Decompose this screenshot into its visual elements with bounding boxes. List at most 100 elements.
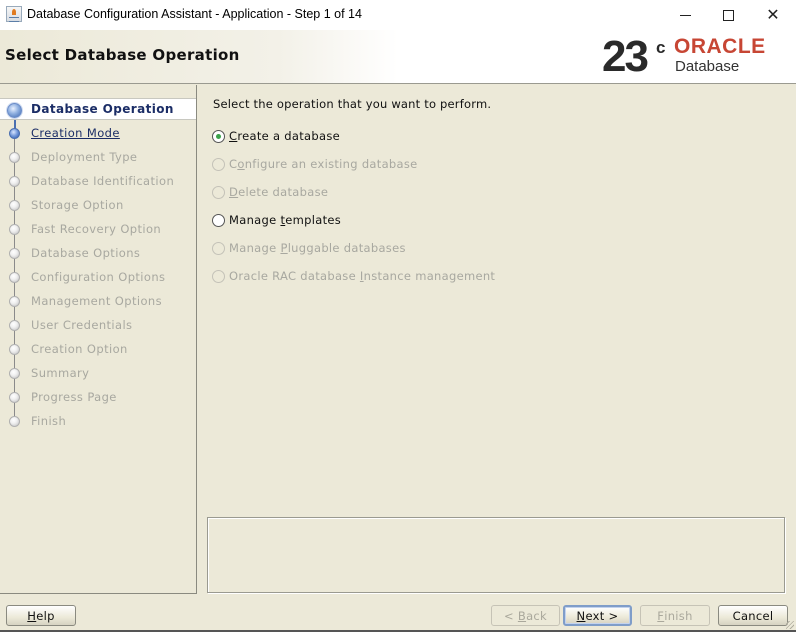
- step-label: Storage Option: [31, 198, 124, 212]
- step-configuration-options: Configuration Options: [0, 266, 196, 288]
- next-mnemonic: N: [576, 608, 586, 623]
- step-indicator-icon: [9, 224, 20, 235]
- logo-brand: ORACLE: [674, 35, 766, 58]
- operation-option[interactable]: Delete database: [212, 183, 328, 201]
- radio-checked-icon[interactable]: [212, 129, 225, 143]
- step-management-options: Management Options: [0, 290, 196, 312]
- option-label: Oracle RAC database Instance management: [229, 269, 495, 283]
- minimize-icon: [679, 14, 691, 16]
- step-storage-option: Storage Option: [0, 194, 196, 216]
- radio-unchecked-icon[interactable]: [212, 185, 225, 199]
- option-label-pre: Manage: [229, 213, 281, 227]
- cancel-button[interactable]: Cancel: [718, 605, 788, 626]
- option-label-mnemonic: D: [229, 185, 239, 199]
- back-mnemonic: B: [517, 608, 527, 623]
- step-creation-mode[interactable]: Creation Mode: [0, 122, 196, 144]
- content-panel: Select the operation that you want to pe…: [198, 85, 796, 594]
- step-deployment-type: Deployment Type: [0, 146, 196, 168]
- finish-button[interactable]: Finish: [640, 605, 710, 626]
- java-app-icon: [6, 6, 22, 22]
- logo-version-suffix: c: [656, 38, 666, 57]
- minimize-button[interactable]: [662, 0, 708, 30]
- step-label: Database Identification: [31, 174, 175, 188]
- option-label-post: elete database: [238, 185, 329, 199]
- option-label-post: luggable databases: [287, 241, 406, 255]
- step-label: Progress Page: [31, 390, 117, 404]
- operation-option[interactable]: Configure an existing database: [212, 155, 418, 173]
- step-user-credentials: User Credentials: [0, 314, 196, 336]
- step-indicator-icon: [9, 368, 20, 379]
- step-label: Summary: [31, 366, 90, 380]
- step-navigator: Database Operation Creation Mode Deploymen…: [0, 85, 197, 594]
- step-label: Database Options: [31, 246, 141, 260]
- operation-option[interactable]: Create a database: [212, 127, 340, 145]
- option-label: Manage templates: [229, 213, 341, 227]
- step-indicator-icon: [9, 152, 20, 163]
- step-indicator-icon: [9, 344, 20, 355]
- logo-version: 23: [602, 32, 649, 81]
- option-label-pre: Manage: [229, 241, 281, 255]
- back-label: ack: [526, 608, 548, 623]
- window-title: Database Configuration Assistant - Appli…: [27, 7, 362, 21]
- radio-unchecked-icon[interactable]: [212, 241, 225, 255]
- option-label: Create a database: [229, 129, 340, 143]
- step-indicator-icon: [9, 248, 20, 259]
- close-button[interactable]: ✕: [750, 0, 796, 30]
- option-label: Configure an existing database: [229, 157, 418, 171]
- option-label-pre: Oracle RAC database: [229, 269, 360, 283]
- step-finish: Finish: [0, 410, 196, 432]
- step-label: Creation Mode: [31, 126, 120, 140]
- step-progress-page: Progress Page: [0, 386, 196, 408]
- header-banner: Select Database Operation 23 c ORACLE Da…: [0, 30, 796, 84]
- step-label: Finish: [31, 414, 67, 428]
- step-database-operation[interactable]: Database Operation: [0, 98, 196, 120]
- close-icon: ✕: [766, 5, 780, 24]
- operation-option[interactable]: Manage templates: [212, 211, 341, 229]
- help-mnemonic: H: [27, 608, 37, 623]
- step-indicator-icon: [9, 128, 20, 139]
- step-creation-option: Creation Option: [0, 338, 196, 360]
- step-indicator-icon: [9, 176, 20, 187]
- step-label: Creation Option: [31, 342, 128, 356]
- help-button[interactable]: Help: [6, 605, 76, 626]
- operation-option[interactable]: Manage Pluggable databases: [212, 239, 406, 257]
- radio-unchecked-icon[interactable]: [212, 213, 225, 227]
- option-label-post: emplates: [285, 213, 342, 227]
- step-indicator-icon: [9, 272, 20, 283]
- finish-mnemonic: F: [657, 608, 665, 623]
- option-label-post: reate a database: [237, 129, 341, 143]
- finish-label: inish: [664, 608, 693, 623]
- radio-unchecked-icon[interactable]: [212, 269, 225, 283]
- operation-prompt: Select the operation that you want to pe…: [213, 97, 492, 111]
- next-label: ext >: [585, 608, 619, 623]
- back-button[interactable]: < Back: [491, 605, 560, 626]
- next-button[interactable]: Next >: [563, 605, 632, 626]
- step-indicator-icon: [9, 200, 20, 211]
- option-label: Manage Pluggable databases: [229, 241, 406, 255]
- maximize-icon: [722, 9, 734, 21]
- maximize-button[interactable]: [705, 0, 751, 30]
- step-database-identification: Database Identification: [0, 170, 196, 192]
- step-label: Deployment Type: [31, 150, 138, 164]
- step-label: Database Operation: [31, 102, 174, 116]
- step-label: User Credentials: [31, 318, 133, 332]
- option-label-mnemonic: P: [280, 241, 288, 255]
- title-bar: Database Configuration Assistant - Appli…: [0, 0, 796, 30]
- step-indicator-icon: [9, 296, 20, 307]
- option-label-post: nfigure an existing database: [244, 157, 418, 171]
- resize-grip[interactable]: [786, 621, 794, 629]
- step-label: Configuration Options: [31, 270, 166, 284]
- step-indicator-icon: [9, 320, 20, 331]
- step-indicator-icon: [9, 416, 20, 427]
- step-summary: Summary: [0, 362, 196, 384]
- logo-product: Database: [675, 58, 740, 75]
- operation-option[interactable]: Oracle RAC database Instance management: [212, 267, 495, 285]
- step-fast-recovery-option: Fast Recovery Option: [0, 218, 196, 240]
- option-label-mnemonic: o: [237, 157, 245, 171]
- back-prefix: <: [503, 608, 514, 623]
- step-database-options: Database Options: [0, 242, 196, 264]
- step-label: Fast Recovery Option: [31, 222, 162, 236]
- radio-unchecked-icon[interactable]: [212, 157, 225, 171]
- option-label-post: nstance management: [363, 269, 496, 283]
- page-title: Select Database Operation: [5, 46, 240, 64]
